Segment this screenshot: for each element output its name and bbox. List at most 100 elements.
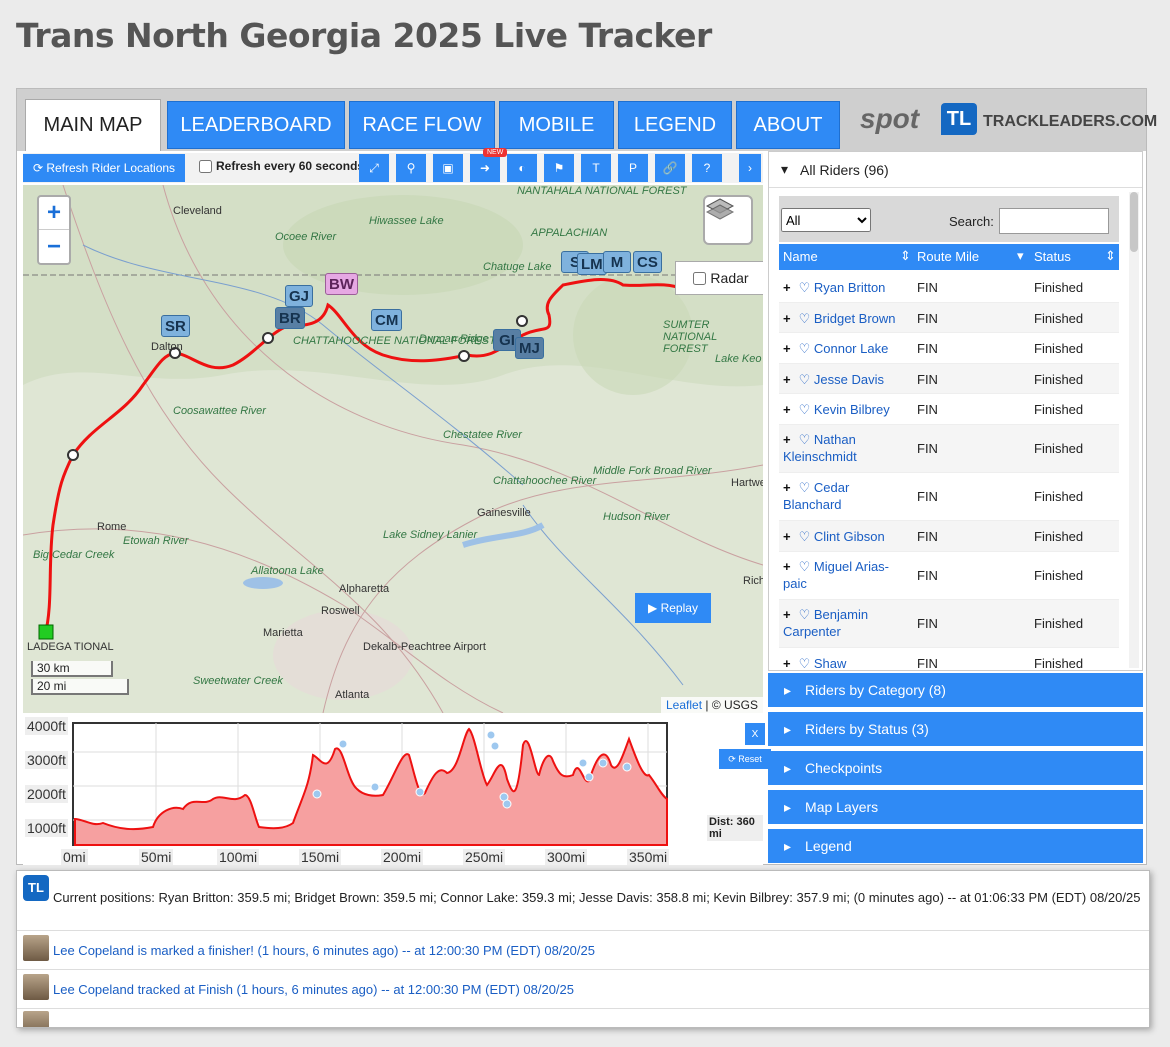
zoom-out-button[interactable]: −: [39, 230, 69, 263]
table-row[interactable]: + ♡ Shaw FIN Finished: [779, 648, 1119, 668]
favorite-heart-icon[interactable]: ♡: [799, 311, 814, 326]
photo-icon[interactable]: ▣: [433, 154, 463, 182]
sort-icon[interactable]: ⇕: [900, 248, 911, 264]
table-row[interactable]: + ♡ Miguel Arias-paic FIN Finished: [779, 552, 1119, 600]
accordion-riders-by-category[interactable]: ▸ Riders by Category (8): [768, 673, 1143, 707]
rider-name[interactable]: Shaw: [814, 656, 847, 668]
table-row[interactable]: + ♡ Kevin Bilbrey FIN Finished: [779, 394, 1119, 425]
column-route-mile[interactable]: Route Mile: [917, 249, 979, 264]
reset-elevation-button[interactable]: ⟳ Reset: [719, 749, 771, 769]
riders-scrollbar[interactable]: [1129, 192, 1139, 668]
rider-name[interactable]: Clint Gibson: [814, 529, 885, 544]
accordion-map-layers[interactable]: ▸ Map Layers: [768, 790, 1143, 824]
rider-marker[interactable]: BR: [275, 307, 305, 329]
favorite-heart-icon[interactable]: ♡: [799, 607, 814, 622]
tab-race-flow[interactable]: RACE FLOW: [349, 101, 495, 149]
expand-icon[interactable]: +: [783, 341, 791, 356]
fullscreen-icon[interactable]: ⤢: [359, 154, 389, 182]
table-row[interactable]: + ♡ Connor Lake FIN Finished: [779, 333, 1119, 364]
refresh-rider-locations-button[interactable]: ⟳ Refresh Rider Locations: [23, 154, 185, 182]
expand-panel-icon[interactable]: ›: [739, 154, 761, 182]
sort-icon[interactable]: ⇕: [1105, 248, 1116, 264]
rider-name[interactable]: Bridget Brown: [814, 311, 896, 326]
favorite-heart-icon[interactable]: ♡: [799, 341, 814, 356]
accordion-legend[interactable]: ▸ Legend: [768, 829, 1143, 863]
favorite-heart-icon[interactable]: ♡: [799, 480, 814, 495]
layers-button[interactable]: [703, 195, 753, 245]
checkpoint-flag-icon[interactable]: ⚑: [544, 154, 574, 182]
expand-icon[interactable]: +: [783, 480, 791, 495]
rider-name[interactable]: Kevin Bilbrey: [814, 402, 890, 417]
rider-name[interactable]: Connor Lake: [814, 341, 888, 356]
rider-marker[interactable]: SR: [161, 315, 190, 337]
rider-name[interactable]: Nathan Kleinschmidt: [783, 432, 857, 464]
leaflet-link[interactable]: Leaflet: [666, 698, 702, 712]
close-elevation-button[interactable]: X: [745, 723, 765, 745]
rider-search-input[interactable]: [999, 208, 1109, 234]
main-map[interactable]: + − Radar Cleveland Hiwassee Lake Ocoee …: [23, 185, 763, 713]
replay-button[interactable]: ▶ Replay: [635, 593, 711, 623]
tab-legend[interactable]: LEGEND: [618, 101, 732, 149]
rider-name[interactable]: Benjamin Carpenter: [783, 607, 868, 639]
rider-name[interactable]: Ryan Britton: [814, 280, 886, 295]
favorite-heart-icon[interactable]: ♡: [799, 372, 814, 387]
expand-icon[interactable]: +: [783, 402, 791, 417]
tab-leaderboard[interactable]: LEADERBOARD: [167, 101, 345, 149]
auto-refresh-toggle[interactable]: Refresh every 60 seconds: [199, 159, 364, 173]
expand-icon[interactable]: +: [783, 656, 791, 668]
column-status[interactable]: Status: [1034, 249, 1071, 264]
help-icon[interactable]: ?: [692, 154, 722, 182]
sort-desc-icon[interactable]: ▾: [1017, 248, 1024, 264]
rider-marker[interactable]: M: [603, 251, 631, 273]
rider-filter-select[interactable]: All: [781, 208, 871, 232]
radar-toggle[interactable]: Radar: [675, 261, 763, 295]
direction-arrow-icon[interactable]: ➜: [470, 154, 500, 182]
table-row[interactable]: + ♡ Benjamin Carpenter FIN Finished: [779, 600, 1119, 648]
locate-rider-icon[interactable]: ⚲: [396, 154, 426, 182]
rider-marker[interactable]: GJ: [285, 285, 314, 307]
feed-link[interactable]: Lee Copeland is marked a finisher! (1 ho…: [53, 943, 595, 958]
expand-icon[interactable]: +: [783, 559, 791, 574]
favorite-heart-icon[interactable]: ♡: [799, 280, 814, 295]
accordion-checkpoints[interactable]: ▸ Checkpoints: [768, 751, 1143, 785]
expand-icon[interactable]: +: [783, 311, 791, 326]
toggle-t-button[interactable]: T: [581, 154, 611, 182]
rider-marker[interactable]: BW: [325, 273, 358, 295]
tab-main-map[interactable]: MAIN MAP: [25, 99, 161, 151]
elevation-chart[interactable]: [23, 715, 763, 865]
rider-marker[interactable]: CM: [371, 309, 403, 331]
rider-marker[interactable]: CS: [633, 251, 662, 273]
toggle-p-button[interactable]: P: [618, 154, 648, 182]
night-mode-icon[interactable]: ◐: [507, 154, 537, 182]
tab-mobile[interactable]: MOBILE: [499, 101, 614, 149]
feed-link[interactable]: Lee Copeland tracked at Finish (1 hours,…: [53, 982, 574, 997]
expand-icon[interactable]: +: [783, 529, 791, 544]
expand-icon[interactable]: +: [783, 432, 791, 447]
table-row[interactable]: + ♡ Bridget Brown FIN Finished: [779, 303, 1119, 333]
tab-about[interactable]: ABOUT: [736, 101, 840, 149]
table-row[interactable]: + ♡ Ryan Britton FIN Finished: [779, 272, 1119, 303]
favorite-heart-icon[interactable]: ♡: [799, 656, 814, 668]
favorite-heart-icon[interactable]: ♡: [799, 559, 814, 574]
table-row[interactable]: + ♡ Clint Gibson FIN Finished: [779, 521, 1119, 552]
link-icon[interactable]: 🔗: [655, 154, 685, 182]
column-name[interactable]: Name: [783, 249, 818, 264]
favorite-heart-icon[interactable]: ♡: [799, 529, 814, 544]
table-row[interactable]: + ♡ Cedar Blanchard FIN Finished: [779, 473, 1119, 521]
table-row[interactable]: + ♡ Nathan Kleinschmidt FIN Finished: [779, 425, 1119, 473]
zoom-in-button[interactable]: +: [39, 197, 69, 230]
favorite-heart-icon[interactable]: ♡: [799, 402, 814, 417]
table-row[interactable]: + ♡ Jesse Davis FIN Finished: [779, 364, 1119, 394]
favorite-heart-icon[interactable]: ♡: [799, 432, 814, 447]
rider-name[interactable]: Cedar Blanchard: [783, 480, 849, 512]
rider-marker[interactable]: MJ: [515, 337, 544, 359]
auto-refresh-checkbox[interactable]: [199, 159, 212, 173]
scrollbar-thumb[interactable]: [1130, 192, 1138, 252]
all-riders-header[interactable]: ▾ All Riders (96): [769, 152, 1142, 188]
expand-icon[interactable]: +: [783, 372, 791, 387]
expand-icon[interactable]: +: [783, 280, 791, 295]
accordion-riders-by-status[interactable]: ▸ Riders by Status (3): [768, 712, 1143, 746]
expand-icon[interactable]: +: [783, 607, 791, 622]
rider-name[interactable]: Jesse Davis: [814, 372, 884, 387]
radar-checkbox[interactable]: [693, 271, 707, 285]
